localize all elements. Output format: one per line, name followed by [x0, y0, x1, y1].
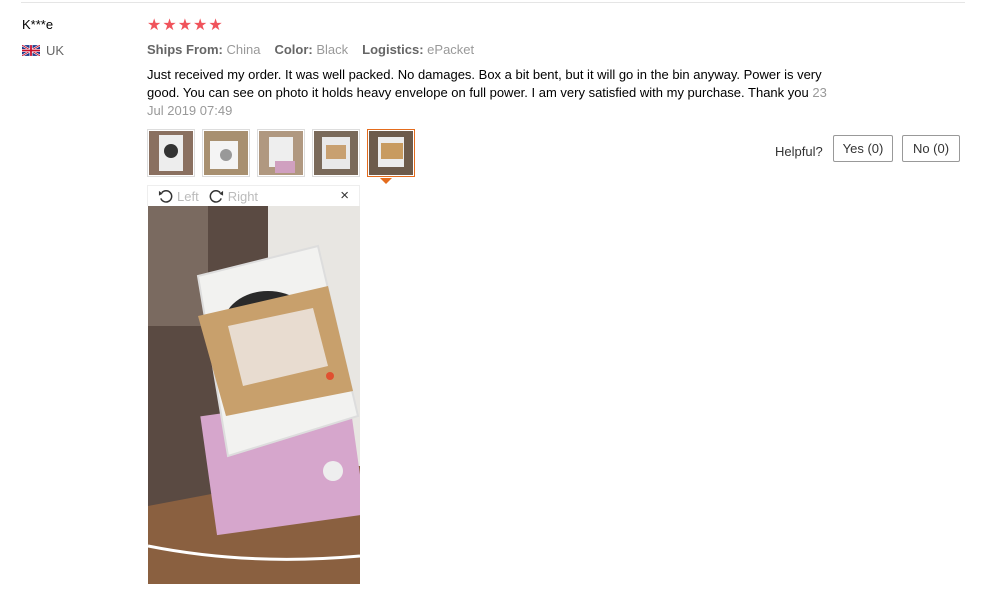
reviewer-name: K***e — [22, 17, 54, 32]
photo-thumbnails — [147, 129, 415, 177]
helpful-no-button[interactable]: No (0) — [902, 135, 960, 162]
divider — [21, 2, 965, 3]
rotate-left-button[interactable]: Left — [158, 189, 199, 204]
reviewer-country: UK — [22, 43, 64, 58]
image-viewer-toolbar: Left Right × — [147, 185, 360, 206]
thumbnail[interactable] — [202, 129, 250, 177]
selected-indicator — [380, 178, 392, 184]
thumbnail-selected[interactable] — [367, 129, 415, 177]
thumbnail[interactable] — [147, 129, 195, 177]
thumbnail[interactable] — [257, 129, 305, 177]
order-meta: Ships From: China Color: Black Logistics… — [147, 42, 474, 57]
review-text: Just received my order. It was well pack… — [147, 67, 822, 100]
helpful-yes-button[interactable]: Yes (0) — [833, 135, 893, 162]
rotate-right-button[interactable]: Right — [209, 189, 258, 204]
star-icon: ★ — [147, 17, 162, 34]
logistics: Logistics: ePacket — [362, 42, 475, 57]
helpful-label: Helpful? — [775, 144, 823, 159]
country-label: UK — [46, 43, 65, 58]
review-body: Just received my order. It was well pack… — [147, 66, 847, 120]
close-viewer-button[interactable]: × — [340, 187, 349, 205]
color: Color: Black — [274, 42, 349, 57]
star-icon: ★ — [193, 17, 208, 34]
rotate-right-icon — [209, 189, 223, 203]
star-icon: ★ — [208, 17, 223, 34]
star-rating: ★ ★ ★ ★ ★ — [147, 16, 223, 36]
gb-flag-icon — [22, 45, 40, 56]
star-icon: ★ — [177, 17, 193, 34]
review-photo — [148, 206, 360, 584]
star-icon: ★ — [162, 17, 177, 34]
rotate-left-icon — [158, 189, 173, 203]
ships-from: Ships From: China — [147, 42, 261, 57]
thumbnail[interactable] — [312, 129, 360, 177]
